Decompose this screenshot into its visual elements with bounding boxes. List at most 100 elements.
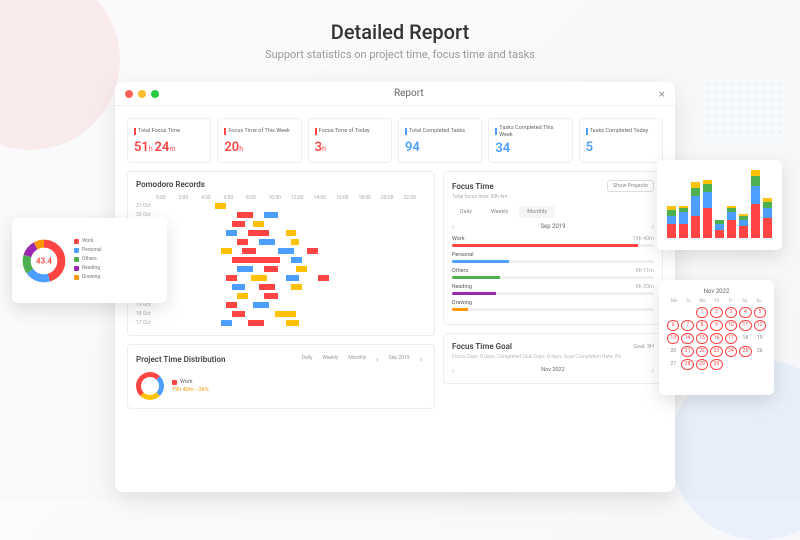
tab-daily[interactable]: Daily [452, 206, 480, 218]
tab-weekly[interactable]: Weekly [483, 206, 516, 218]
pomodoro-block [291, 284, 302, 290]
bar-segment [691, 196, 700, 216]
tab-monthly[interactable]: Monthly [519, 206, 555, 218]
pomodoro-block [226, 302, 237, 308]
calendar-card: Nov 2022 MoTuWeThFrSaSu 1234567891011121… [659, 280, 774, 395]
bar-column [739, 214, 748, 238]
pomodoro-block [286, 275, 300, 281]
bar-segment [691, 216, 700, 238]
calendar-day[interactable]: 3 [725, 307, 737, 318]
close-icon[interactable]: × [659, 87, 665, 101]
project-name: Drawing [452, 300, 472, 306]
page-title: Detailed Report [0, 20, 800, 44]
calendar-day[interactable]: 11 [739, 320, 751, 331]
calendar-day[interactable]: 27 [667, 359, 679, 370]
legend-label: Personal [82, 247, 102, 253]
calendar-day[interactable]: 6 [667, 320, 679, 331]
calendar-day[interactable] [739, 359, 751, 370]
bar-column [727, 206, 736, 238]
bar-column [667, 206, 676, 238]
calendar-weekday: Mo [667, 299, 681, 304]
calendar-day[interactable]: 21 [681, 346, 693, 357]
goal-title: Focus Time Goal [452, 342, 512, 351]
chevron-right-icon[interactable]: › [652, 222, 654, 231]
pomodoro-block [242, 248, 256, 254]
bar-segment [763, 218, 772, 238]
timeline-row: 19 Oct [136, 300, 426, 309]
bar-segment [667, 224, 676, 238]
calendar-day[interactable]: 2 [710, 307, 722, 318]
bar-column [703, 180, 712, 238]
calendar-day[interactable] [667, 307, 679, 318]
timeline-row: 30 Oct [136, 210, 426, 219]
calendar-day[interactable]: 23 [710, 346, 722, 357]
project-row: Personal [452, 252, 654, 263]
calendar-day[interactable]: 30 [710, 359, 722, 370]
calendar-day[interactable]: 16 [710, 333, 722, 344]
calendar-day[interactable]: 15 [696, 333, 708, 344]
calendar-day[interactable]: 19 [754, 333, 766, 344]
calendar-day[interactable]: 17 [725, 333, 737, 344]
tab-monthly[interactable]: Monthly [344, 353, 370, 366]
calendar-day[interactable] [754, 359, 766, 370]
chevron-left-icon[interactable]: ‹ [372, 353, 382, 366]
tab-weekly[interactable]: Weekly [319, 353, 343, 366]
timeline-row: 31 Oct [136, 201, 426, 210]
timeline-row: 18 Oct [136, 309, 426, 318]
calendar-day[interactable]: 28 [681, 359, 693, 370]
calendar-day[interactable]: 8 [696, 320, 708, 331]
calendar-day[interactable]: 13 [667, 333, 679, 344]
legend-label: Work [82, 238, 93, 244]
tab-daily[interactable]: Daily [298, 353, 317, 366]
chevron-left-icon[interactable]: ‹ [452, 222, 454, 231]
bar-segment [751, 176, 760, 186]
bar-segment [703, 192, 712, 208]
metric-card: Total Focus Time51h 24m [127, 118, 211, 163]
calendar-day[interactable]: 12 [754, 320, 766, 331]
calendar-day[interactable]: 24 [725, 346, 737, 357]
calendar-day[interactable]: 25 [739, 346, 751, 357]
minimize-dot[interactable] [138, 90, 146, 98]
pomodoro-block [232, 257, 281, 263]
calendar-weekday: Th [709, 299, 723, 304]
chevron-right-icon[interactable]: › [652, 366, 654, 375]
calendar-day[interactable]: 4 [739, 307, 751, 318]
focus-panel: Focus Time Show Projects Total focus tim… [443, 171, 663, 325]
bar-segment [703, 184, 712, 192]
calendar-day[interactable]: 9 [710, 320, 722, 331]
chevron-right-icon[interactable]: › [416, 353, 426, 366]
calendar-day[interactable]: 5 [754, 307, 766, 318]
pomodoro-block [226, 230, 237, 236]
pomodoro-block [237, 266, 253, 272]
legend-item: Others [74, 256, 159, 262]
bar-column [715, 220, 724, 238]
metric-label: Total Completed Tasks [409, 128, 465, 135]
calendar-day[interactable]: 1 [696, 307, 708, 318]
calendar-day[interactable]: 26 [754, 346, 766, 357]
calendar-day[interactable]: 29 [696, 359, 708, 370]
pomodoro-block [237, 239, 248, 245]
chevron-left-icon[interactable]: ‹ [452, 366, 454, 375]
pomodoro-block [286, 230, 297, 236]
calendar-day[interactable]: 18 [739, 333, 751, 344]
calendar-day[interactable]: 7 [681, 320, 693, 331]
timeline-row: 2 Oct [136, 282, 426, 291]
calendar-day[interactable]: 22 [696, 346, 708, 357]
calendar-day[interactable] [681, 307, 693, 318]
calendar-day[interactable] [725, 359, 737, 370]
project-name: Work [452, 236, 465, 242]
calendar-day[interactable]: 14 [681, 333, 693, 344]
metric-value: 34 [495, 141, 565, 156]
metric-card: Focus Time of Today3h [308, 118, 392, 163]
pomodoro-block [237, 212, 253, 218]
close-dot[interactable] [125, 90, 133, 98]
pomodoro-title: Pomodoro Records [136, 180, 426, 189]
zoom-dot[interactable] [151, 90, 159, 98]
report-window: Report × Total Focus Time51h 24mFocus Ti… [115, 82, 675, 492]
calendar-day[interactable]: 10 [725, 320, 737, 331]
legend-label: Others [82, 256, 97, 262]
show-projects-button[interactable]: Show Projects [607, 180, 654, 192]
goal-month: Nov 2022 [541, 367, 564, 373]
calendar-day[interactable]: 20 [667, 346, 679, 357]
goal-panel: Focus Time Goal Goal: 3H Focus Days: 0 d… [443, 333, 663, 384]
